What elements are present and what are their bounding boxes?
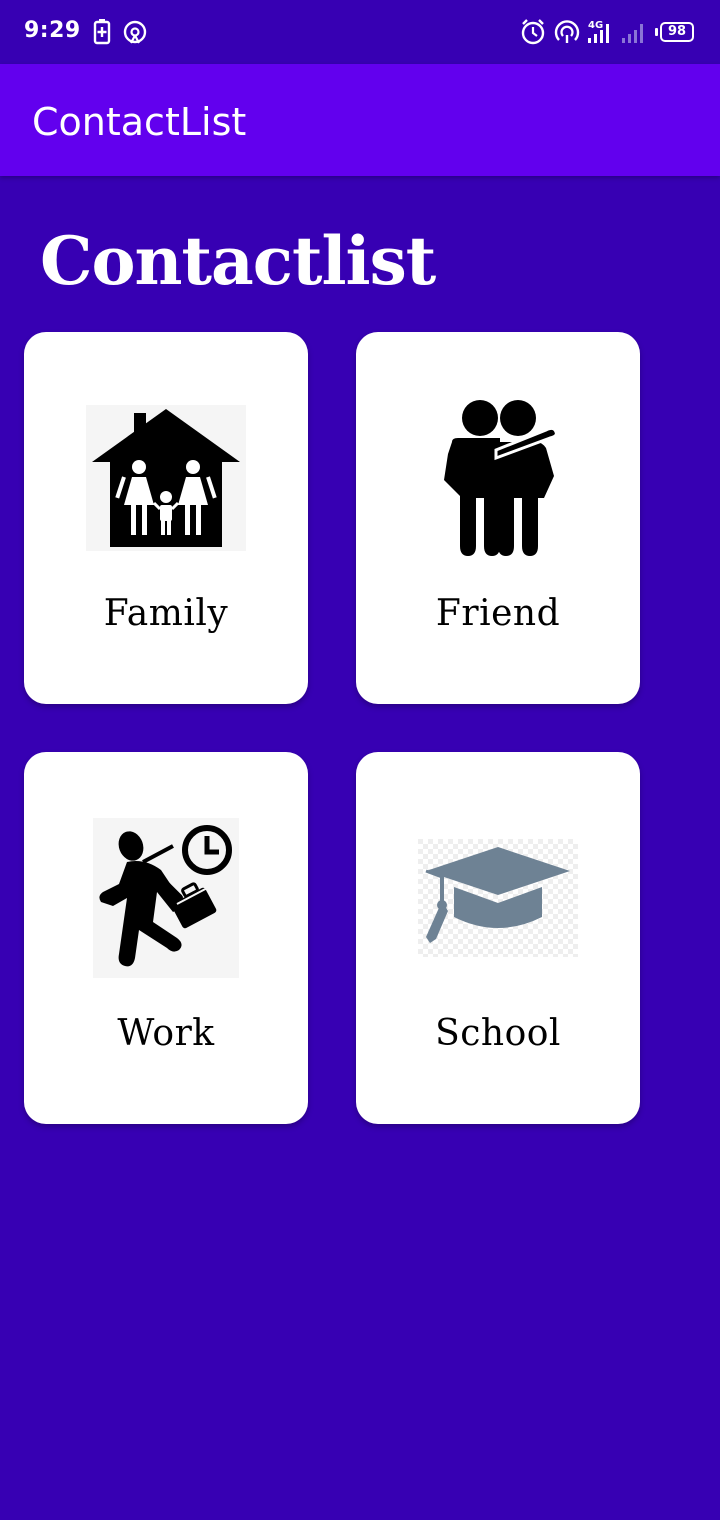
alarm-icon — [520, 18, 546, 46]
family-icon-wrap — [24, 392, 308, 564]
page-heading: Contactlist — [40, 222, 436, 300]
work-commute-icon — [93, 818, 239, 978]
family-label: Family — [103, 593, 229, 634]
family-house-icon — [86, 405, 246, 551]
friend-label: Friend — [435, 593, 561, 634]
work-icon-wrap — [24, 812, 308, 984]
signal-4g-icon: 4G — [586, 18, 614, 46]
work-card[interactable]: Work — [24, 752, 308, 1124]
app-title: ContactList — [32, 100, 247, 144]
school-label: School — [435, 1013, 561, 1054]
school-card[interactable]: School — [356, 752, 640, 1124]
work-label: Work — [117, 1013, 215, 1054]
battery-charging-icon — [92, 18, 112, 46]
school-icon-wrap — [356, 812, 640, 984]
family-card[interactable]: Family — [24, 332, 308, 704]
status-bar: 9:29 4G 98 — [0, 0, 720, 64]
friend-icon-wrap — [356, 392, 640, 564]
wifi-hotspot-icon — [554, 18, 580, 46]
signal-weak-icon — [620, 18, 648, 46]
friend-card[interactable]: Friend — [356, 332, 640, 704]
svg-text:4G: 4G — [588, 20, 603, 31]
app-bar: ContactList — [0, 64, 720, 176]
status-time: 9:29 — [24, 18, 81, 43]
graduation-cap-icon — [418, 839, 578, 957]
hotspot-icon — [122, 18, 148, 46]
battery-icon: 98 — [660, 22, 694, 42]
friends-icon — [444, 400, 558, 556]
battery-nub — [655, 28, 658, 36]
